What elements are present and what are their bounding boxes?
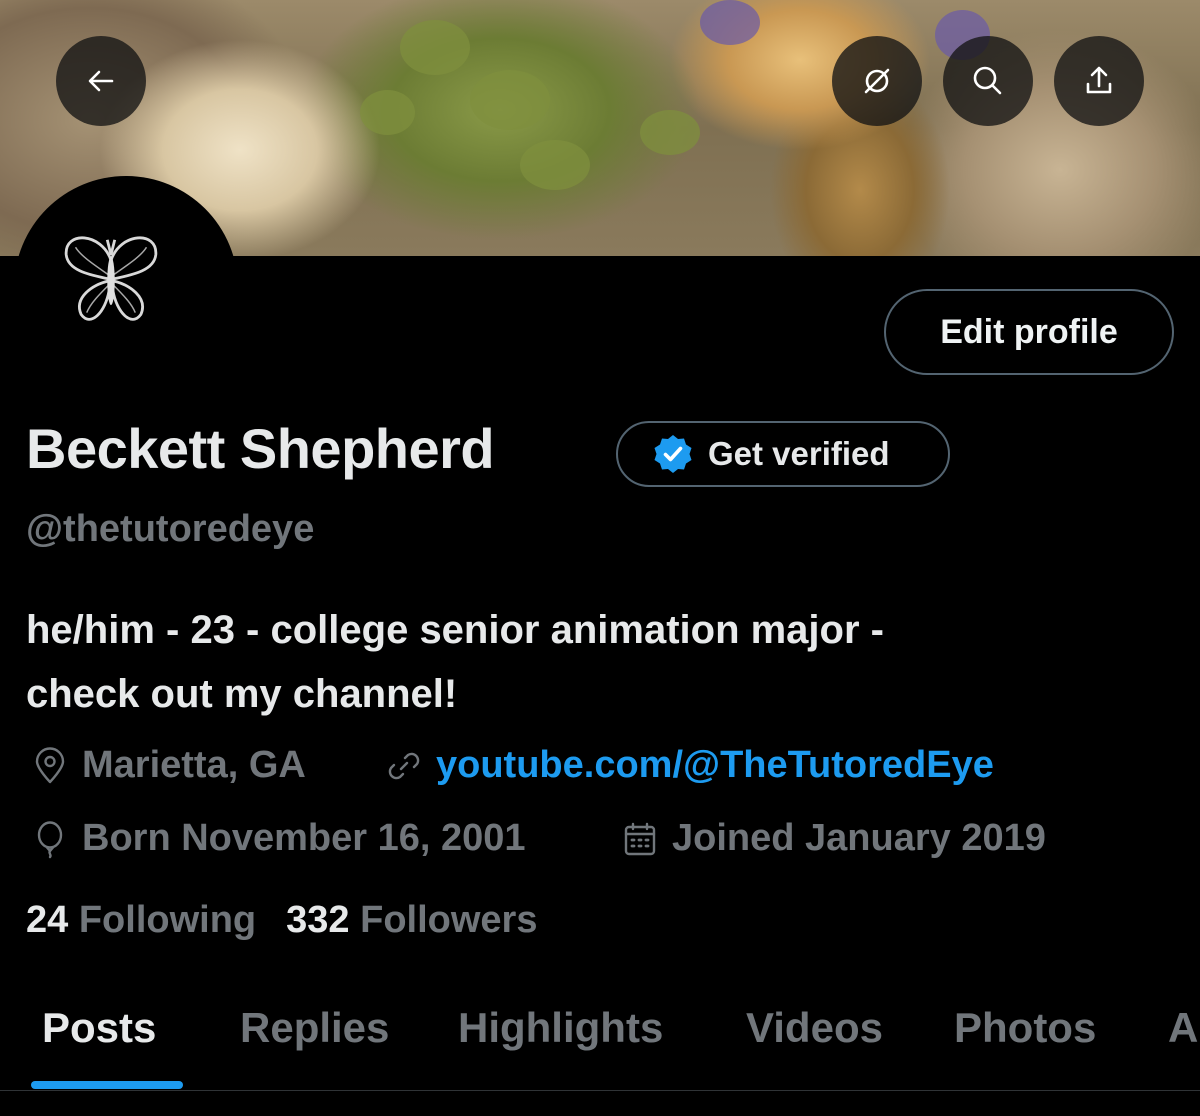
search-button[interactable] [943,36,1033,126]
location-pin-icon [35,746,65,783]
edit-profile-button[interactable]: Edit profile [884,289,1174,375]
share-button[interactable] [1054,36,1144,126]
following-label: Following [78,899,257,941]
balloon-icon [37,820,63,858]
following-count: 24 [26,899,69,941]
tab-highlights[interactable]: Highlights [458,1004,663,1052]
get-verified-label: Get verified [708,435,890,472]
birthday-item: Born November 16, 2001 [30,817,526,860]
tabs-divider [0,1090,1200,1091]
followers-label: Followers [360,899,538,941]
back-button[interactable] [56,36,146,126]
search-icon [973,66,1002,95]
arrow-left-icon [88,70,114,92]
profile-tabs: Posts Replies Highlights Videos Photos A [0,990,1200,1090]
followers-link[interactable]: 332 Followers [286,899,537,942]
active-tab-indicator [31,1081,183,1089]
profile-bio: he/him - 23 - college senior animation m… [26,598,1176,726]
website-link[interactable]: youtube.com/@TheTutoredEye [436,744,994,787]
broken-link-icon [864,68,890,94]
birthday-text: Born November 16, 2001 [82,817,526,859]
display-name: Beckett Shepherd [26,417,495,480]
bio-line: he/him - 23 - college senior animation m… [26,608,884,652]
bio-line: check out my channel! [26,672,458,716]
profile-handle: @thetutoredeye [26,508,315,550]
avatar[interactable] [14,176,238,400]
followers-count: 332 [286,899,350,941]
get-verified-button[interactable]: Get verified [616,421,950,487]
tab-posts[interactable]: Posts [42,1004,156,1052]
following-link[interactable]: 24 Following [26,899,256,942]
butterfly-icon [64,236,158,321]
joined-text: Joined January 2019 [672,817,1046,859]
location-text: Marietta, GA [82,744,306,786]
website-item[interactable]: youtube.com/@TheTutoredEye [384,744,994,787]
tab-videos[interactable]: Videos [746,1004,883,1052]
tab-photos[interactable]: Photos [954,1004,1096,1052]
follow-counts: 24 Following 332 Followers [26,899,537,942]
share-icon [1086,66,1112,94]
calendar-icon [624,822,656,855]
tab-replies[interactable]: Replies [240,1004,389,1052]
verified-badge-icon [654,435,692,473]
joined-item: Joined January 2019 [620,817,1046,860]
tab-articles[interactable]: A [1168,1004,1198,1052]
link-icon [388,752,420,779]
unlink-button[interactable] [832,36,922,126]
location-item: Marietta, GA [30,744,306,787]
